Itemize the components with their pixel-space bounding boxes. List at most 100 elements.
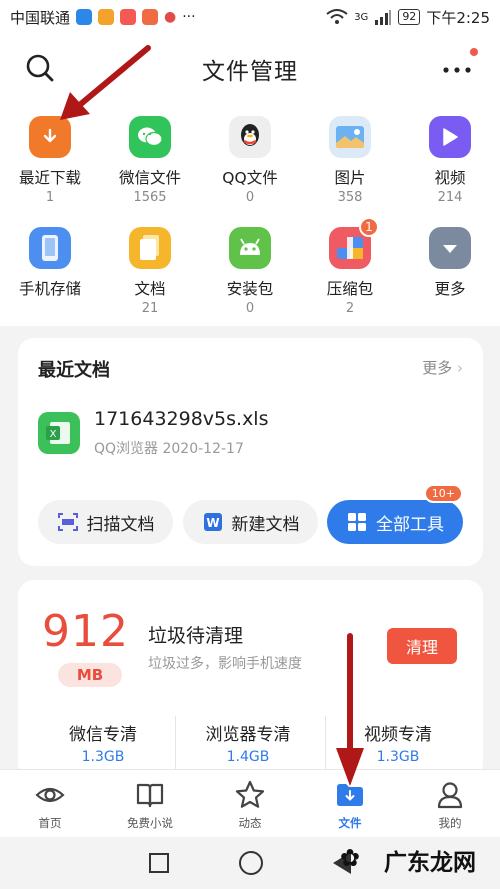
signal-icon xyxy=(375,10,392,25)
category-count: 1 xyxy=(45,190,55,205)
chevron-right-icon: › xyxy=(457,359,463,377)
search-icon[interactable] xyxy=(24,52,56,84)
android-icon xyxy=(229,227,271,269)
category-apk-packages[interactable]: 安装包 0 xyxy=(200,215,300,326)
category-label: 安装包 xyxy=(226,280,274,298)
all-tools-label: 全部工具 xyxy=(376,514,444,535)
recent-more-label: 更多 xyxy=(422,359,453,377)
category-count: 0 xyxy=(245,190,255,205)
category-grid: 最近下载 1 微信文件 1565 QQ文件 0 图片 358 视频 214 手机… xyxy=(0,104,500,326)
category-phone-storage[interactable]: 手机存储 xyxy=(0,215,100,326)
app-notification-icon xyxy=(98,9,115,25)
clean-button[interactable]: 清理 xyxy=(387,628,457,664)
app-notification-icon xyxy=(142,9,159,25)
eye-icon xyxy=(35,787,65,803)
video-clean-option[interactable]: 视频专清 1.3GB xyxy=(323,720,473,765)
new-document-button[interactable]: W 新建文档 xyxy=(183,500,318,544)
junk-size-unit: MB xyxy=(58,663,122,687)
browser-clean-option[interactable]: 浏览器专清 1.4GB xyxy=(173,720,323,765)
category-archives[interactable]: 1 压缩包 2 xyxy=(300,215,400,326)
category-count: 358 xyxy=(337,190,363,205)
nav-profile[interactable]: 我的 xyxy=(400,770,500,837)
status-left: 中国联通 ● ··· xyxy=(10,7,196,28)
recent-file-name[interactable]: 171643298v5s.xls xyxy=(94,408,269,430)
category-label: 微信文件 xyxy=(118,169,181,187)
archive-icon: 1 xyxy=(329,217,379,269)
nav-label: 我的 xyxy=(438,816,462,830)
nav-label: 动态 xyxy=(238,816,262,830)
signal-label: 3G xyxy=(354,11,369,23)
category-qq-files[interactable]: QQ文件 0 xyxy=(200,104,300,215)
status-right: 3G 92 下午2:25 xyxy=(326,7,490,28)
wechat-icon xyxy=(129,116,171,158)
nav-label: 免费小说 xyxy=(127,816,173,830)
more-dots-icon xyxy=(443,67,471,73)
category-more[interactable]: 更多 xyxy=(400,215,500,326)
location-icon: ● xyxy=(164,9,177,25)
star-icon xyxy=(235,780,265,808)
battery-indicator: 92 xyxy=(398,9,421,25)
category-count: 2 xyxy=(345,301,355,316)
nav-activity[interactable]: 动态 xyxy=(200,770,300,837)
watermark-logo-icon: ✿ xyxy=(339,844,360,872)
category-label: 最近下载 xyxy=(18,169,81,187)
category-images[interactable]: 图片 358 xyxy=(300,104,400,215)
category-label: 图片 xyxy=(334,169,366,187)
carrier-text: 中国联通 xyxy=(10,8,71,27)
grid-icon xyxy=(348,513,366,531)
clean-option-size: 1.4GB xyxy=(226,749,270,765)
clean-option-label: 视频专清 xyxy=(364,725,432,745)
recent-documents-title: 最近文档 xyxy=(38,360,110,381)
scan-document-button[interactable]: 扫描文档 xyxy=(38,500,173,544)
image-icon xyxy=(329,116,371,158)
svg-text:W: W xyxy=(206,516,219,530)
category-documents[interactable]: 文档 21 xyxy=(100,215,200,326)
category-label: 压缩包 xyxy=(326,280,374,298)
junk-title: 垃圾待清理 xyxy=(148,625,244,647)
status-bar: 中国联通 ● ··· 3G 92 下午2:25 xyxy=(0,0,500,34)
category-label: 手机存储 xyxy=(18,280,81,298)
category-label: QQ文件 xyxy=(222,169,278,187)
category-label: 视频 xyxy=(434,169,466,187)
excel-file-icon: X xyxy=(38,412,80,454)
junk-description: 垃圾过多，影响手机速度 xyxy=(148,656,302,672)
bottom-navigation: 首页 免费小说 动态 文件 我的 xyxy=(0,769,500,837)
app-header: 文件管理 xyxy=(0,34,500,104)
phone-storage-icon xyxy=(29,227,71,269)
watermark-text: 广东龙网 xyxy=(384,850,476,876)
clean-option-label: 浏览器专清 xyxy=(205,725,291,745)
nav-free-novels[interactable]: 免费小说 xyxy=(100,770,200,837)
page-title: 文件管理 xyxy=(202,59,298,85)
nav-label: 文件 xyxy=(338,816,362,830)
category-count: 1565 xyxy=(133,190,167,205)
nav-home[interactable]: 首页 xyxy=(0,770,100,837)
recent-apps-button[interactable] xyxy=(149,853,169,873)
clean-option-size: 1.3GB xyxy=(81,749,125,765)
download-icon xyxy=(29,116,71,158)
archive-badge: 1 xyxy=(359,217,379,237)
folder-icon xyxy=(337,784,363,806)
nav-files[interactable]: 文件 xyxy=(300,770,400,837)
clock-text: 下午2:25 xyxy=(426,8,490,27)
category-count: 0 xyxy=(245,301,255,316)
scan-document-label: 扫描文档 xyxy=(86,514,155,535)
tools-badge: 10+ xyxy=(423,484,463,503)
profile-icon xyxy=(437,782,463,809)
home-button[interactable] xyxy=(239,851,263,875)
overflow-icon: ··· xyxy=(182,9,196,25)
category-recent-downloads[interactable]: 最近下载 1 xyxy=(0,104,100,215)
junk-size-value: 912 xyxy=(42,606,129,657)
app-notification-icon xyxy=(120,9,137,25)
category-count: 21 xyxy=(141,301,159,316)
category-wechat-files[interactable]: 微信文件 1565 xyxy=(100,104,200,215)
clean-option-size: 1.3GB xyxy=(376,749,420,765)
all-tools-button[interactable]: 全部工具 10+ xyxy=(327,484,463,544)
category-videos[interactable]: 视频 214 xyxy=(400,104,500,215)
more-menu-button[interactable] xyxy=(440,48,478,80)
recent-more-link[interactable]: 更多 › xyxy=(422,357,463,378)
book-icon xyxy=(136,783,164,808)
recent-file-meta: QQ浏览器 2020-12-17 xyxy=(94,441,244,457)
wifi-icon xyxy=(326,9,348,24)
new-document-label: 新建文档 xyxy=(231,514,300,535)
wechat-clean-option[interactable]: 微信专清 1.3GB xyxy=(28,720,178,765)
